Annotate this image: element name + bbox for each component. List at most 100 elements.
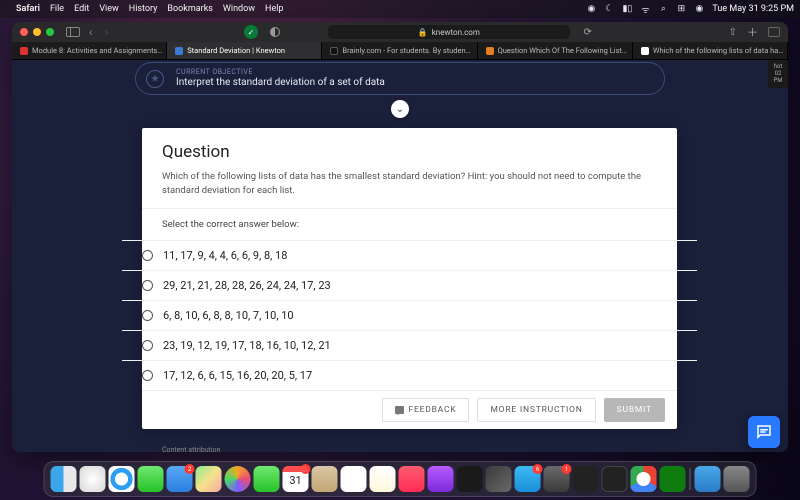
peek-text: 02 PM (770, 70, 786, 84)
favicon-icon (175, 47, 183, 55)
tab-overview-icon[interactable] (768, 27, 780, 37)
battery-icon[interactable]: ▮▯ (622, 4, 632, 14)
objective-banner[interactable]: CURRENT OBJECTIVE Interpret the standard… (135, 62, 665, 95)
dock-photos-icon[interactable] (225, 466, 251, 492)
dock-notes-icon[interactable] (370, 466, 396, 492)
badge: 6 (533, 464, 543, 474)
badge: 1 (301, 464, 311, 474)
nav-forward-icon: › (102, 25, 112, 39)
safari-toolbar: ‹ › ✓ 🔒 knewton.com ⟳ ⇧ ＋ (12, 22, 788, 42)
menubar-view[interactable]: View (99, 4, 118, 14)
dock-finder-icon[interactable] (51, 466, 77, 492)
question-instruction: Select the correct answer below: (162, 219, 657, 230)
submit-button[interactable]: SUBMIT (604, 398, 665, 422)
more-instruction-button[interactable]: MORE INSTRUCTION (477, 398, 595, 422)
peek-window: hot 02 PM (768, 60, 788, 88)
content-attribution[interactable]: Content attribution (162, 446, 220, 452)
answer-option[interactable]: 17, 12, 6, 6, 15, 16, 20, 20, 5, 17 (122, 360, 697, 390)
macos-menubar: Safari File Edit View History Bookmarks … (0, 0, 800, 18)
control-center-icon[interactable]: ⊞ (676, 4, 686, 14)
dock-launchpad-icon[interactable] (80, 466, 106, 492)
page-content: hot 02 PM CURRENT OBJECTIVE Interpret th… (12, 60, 788, 452)
close-window-button[interactable] (20, 28, 28, 36)
button-label: MORE INSTRUCTION (490, 405, 582, 415)
dock-messages-icon[interactable] (138, 466, 164, 492)
option-text: 23, 19, 12, 19, 17, 18, 16, 10, 12, 21 (163, 339, 331, 352)
menubar-file[interactable]: File (50, 4, 64, 14)
tab-label: Which of the following lists of data ha… (653, 46, 784, 55)
answer-option[interactable]: 29, 21, 21, 28, 28, 26, 24, 24, 17, 23 (122, 270, 697, 300)
tab-google[interactable]: Which of the following lists of data ha… (633, 42, 788, 59)
menubar-app[interactable]: Safari (16, 4, 40, 14)
wifi-icon[interactable]: ᯤ (640, 4, 650, 14)
question-prompt: Which of the following lists of data has… (162, 170, 657, 198)
dock-reminders-icon[interactable] (341, 466, 367, 492)
dock-mail-icon[interactable]: 2 (167, 466, 193, 492)
star-icon (146, 70, 164, 88)
sidebar-toggle-icon[interactable] (66, 27, 80, 37)
tab-chegg[interactable]: Question Which Of The Following List… (478, 42, 633, 59)
dock-music-icon[interactable] (399, 466, 425, 492)
dock-preferences-icon[interactable]: 1 (544, 466, 570, 492)
tab-label: Standard Deviation | Knewton (187, 46, 285, 55)
radio-icon (142, 310, 153, 321)
privacy-shield-icon[interactable]: ✓ (244, 25, 258, 39)
dock-facetime-icon[interactable] (254, 466, 280, 492)
radio-icon (142, 370, 153, 381)
dock-safari-icon[interactable] (109, 466, 135, 492)
option-text: 6, 8, 10, 6, 8, 8, 10, 7, 10, 10 (163, 309, 294, 322)
dock-ps-icon[interactable] (602, 466, 628, 492)
menubar-bookmarks[interactable]: Bookmarks (167, 4, 212, 14)
siri-icon[interactable]: ◉ (694, 4, 704, 14)
minimize-window-button[interactable] (33, 28, 41, 36)
dock-downloads-icon[interactable] (695, 466, 721, 492)
dock-chrome-icon[interactable] (631, 466, 657, 492)
menubar-clock[interactable]: Tue May 31 9:25 PM (712, 4, 794, 14)
dock-remote-icon[interactable] (486, 466, 512, 492)
moon-icon[interactable]: ☾ (604, 4, 614, 14)
fullscreen-window-button[interactable] (46, 28, 54, 36)
menubar-history[interactable]: History (129, 4, 158, 14)
dock-podcasts-icon[interactable] (428, 466, 454, 492)
answer-option[interactable]: 11, 17, 9, 4, 4, 6, 6, 9, 8, 18 (122, 240, 697, 270)
option-text: 17, 12, 6, 6, 15, 16, 20, 20, 5, 17 (163, 369, 312, 382)
dock-trash-icon[interactable] (724, 466, 750, 492)
question-title: Question (162, 142, 657, 162)
menubar-edit[interactable]: Edit (74, 4, 89, 14)
dock-tv-icon[interactable] (457, 466, 483, 492)
menubar-window[interactable]: Window (223, 4, 255, 14)
tab-brainly[interactable]: Brainly.com - For students. By studen… (322, 42, 477, 59)
address-bar[interactable]: 🔒 knewton.com (328, 25, 569, 39)
dock-xbox-icon[interactable] (660, 466, 686, 492)
chat-icon (395, 406, 404, 414)
dock-separator (690, 468, 691, 490)
lock-icon: 🔒 (418, 28, 428, 37)
question-card: Question Which of the following lists of… (142, 128, 677, 429)
button-label: SUBMIT (617, 405, 652, 415)
radio-icon (142, 280, 153, 291)
dock-controller-icon[interactable] (573, 466, 599, 492)
tab-module8[interactable]: Module 8: Activities and Assignments… (12, 42, 167, 59)
share-icon[interactable]: ⇧ (729, 27, 737, 38)
reload-icon[interactable]: ⟳ (584, 27, 592, 38)
menubar-help[interactable]: Help (265, 4, 283, 14)
tab-knewton[interactable]: Standard Deviation | Knewton (167, 42, 322, 59)
answer-option[interactable]: 23, 19, 12, 19, 17, 18, 16, 10, 12, 21 (122, 330, 697, 360)
objective-label: CURRENT OBJECTIVE (176, 68, 648, 76)
chat-fab-button[interactable] (748, 416, 780, 448)
nav-back-icon[interactable]: ‹ (86, 25, 96, 39)
reader-icon[interactable] (270, 27, 280, 37)
feedback-button[interactable]: FEEDBACK (382, 398, 469, 422)
dock-contacts-icon[interactable] (312, 466, 338, 492)
screenrecord-icon[interactable]: ◉ (586, 4, 596, 14)
answer-option[interactable]: 6, 8, 10, 6, 8, 8, 10, 7, 10, 10 (122, 300, 697, 330)
badge: 2 (185, 464, 195, 474)
dock-appstore-icon[interactable]: 6 (515, 466, 541, 492)
dock-maps-icon[interactable] (196, 466, 222, 492)
search-icon[interactable]: ⌕ (658, 4, 668, 14)
dock-calendar-icon[interactable]: 1 (283, 466, 309, 492)
chevron-down-icon[interactable]: ⌄ (391, 100, 409, 118)
peek-text: hot (770, 63, 786, 70)
new-tab-icon[interactable]: ＋ (747, 24, 758, 40)
safari-window: ‹ › ✓ 🔒 knewton.com ⟳ ⇧ ＋ Module 8: Acti… (12, 22, 788, 452)
